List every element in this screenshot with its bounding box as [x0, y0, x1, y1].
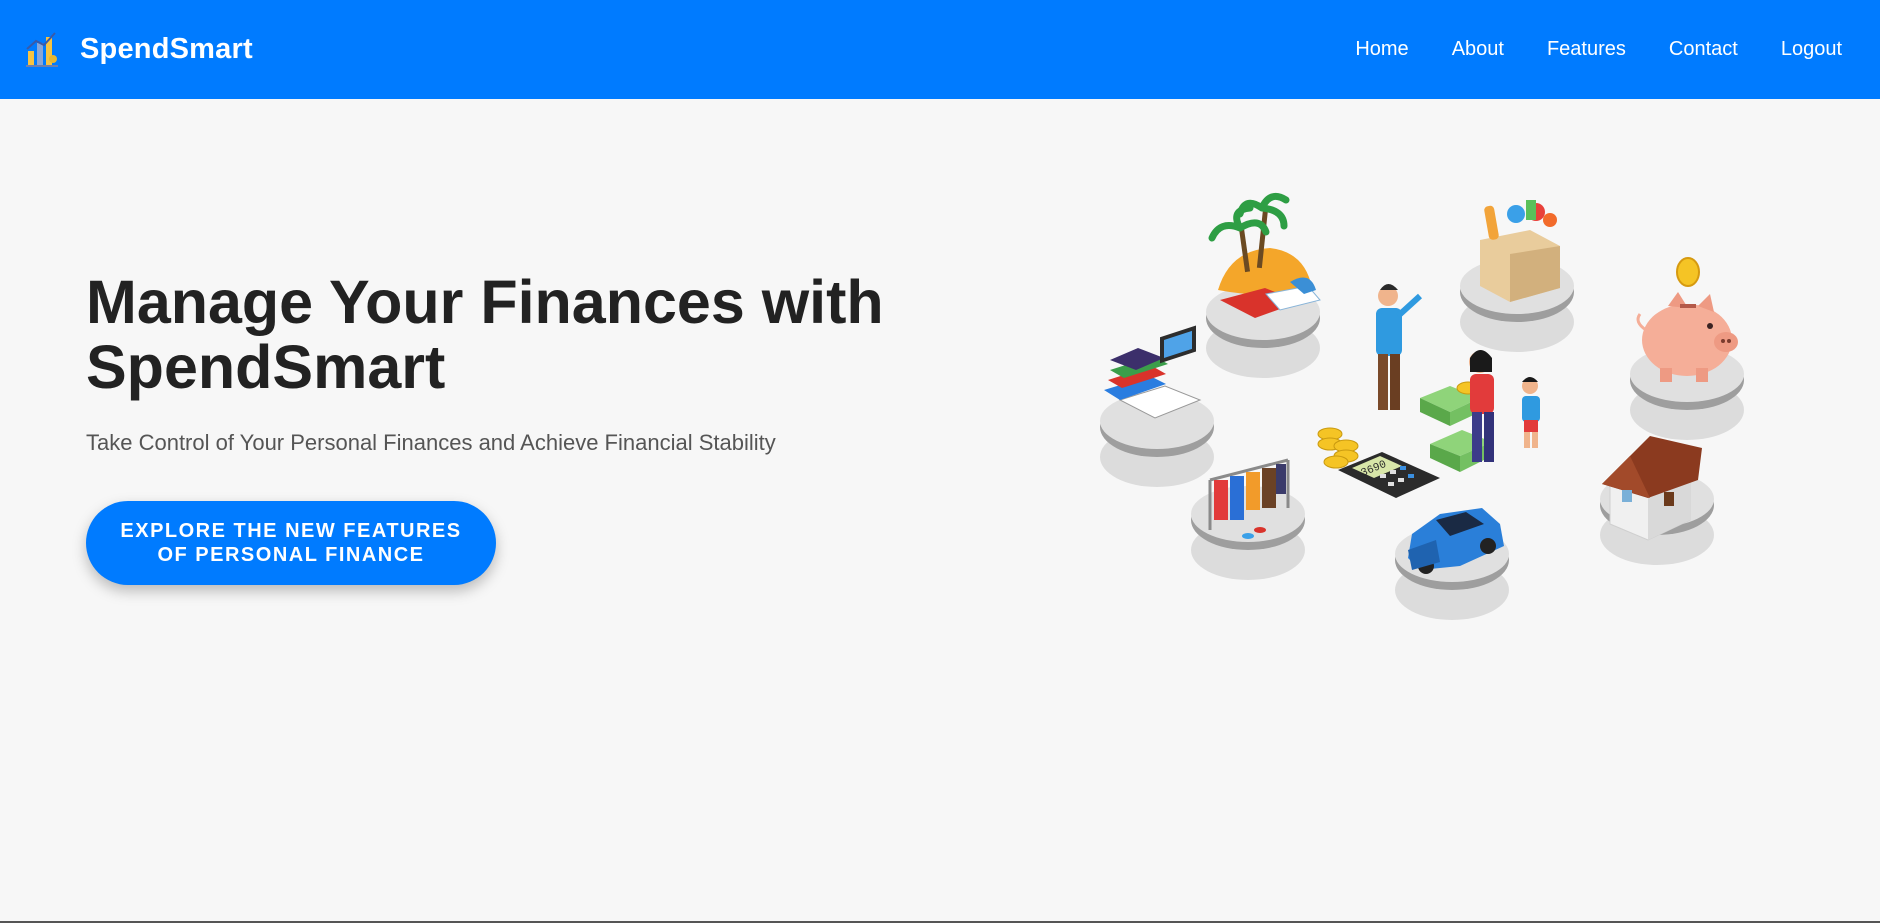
isometric-personal-finance-illustration: 3690	[1100, 192, 1744, 620]
finance-growth-logo-icon	[26, 32, 58, 67]
hero-subtitle: Take Control of Your Personal Finances a…	[86, 430, 776, 455]
brand[interactable]: SpendSmart	[24, 26, 253, 72]
nav-menu: Home About Features Contact Logout	[1312, 0, 1842, 99]
nav-features-link[interactable]: Features	[1547, 38, 1626, 61]
nav-about-link[interactable]: About	[1452, 38, 1504, 61]
nav-contact-link[interactable]: Contact	[1669, 38, 1738, 61]
nav-home-link[interactable]: Home	[1355, 38, 1408, 61]
grocery-bag-icon	[1480, 200, 1560, 302]
hero-title: Manage Your Finances with SpendSmart	[86, 268, 884, 401]
explore-features-button[interactable]: EXPLORE THE NEW FEATURES OF PERSONAL FIN…	[86, 501, 496, 585]
nav-logout-link[interactable]: Logout	[1781, 38, 1842, 61]
mother-figure-icon	[1469, 350, 1494, 462]
top-navbar: SpendSmart Home About Features Contact L…	[0, 0, 1880, 99]
father-figure-icon	[1376, 284, 1423, 410]
brand-name: SpendSmart	[80, 32, 253, 65]
child-figure-icon	[1522, 377, 1540, 448]
hero-section: Manage Your Finances with SpendSmart Tak…	[86, 270, 986, 456]
vacation-island-icon	[1208, 192, 1321, 318]
